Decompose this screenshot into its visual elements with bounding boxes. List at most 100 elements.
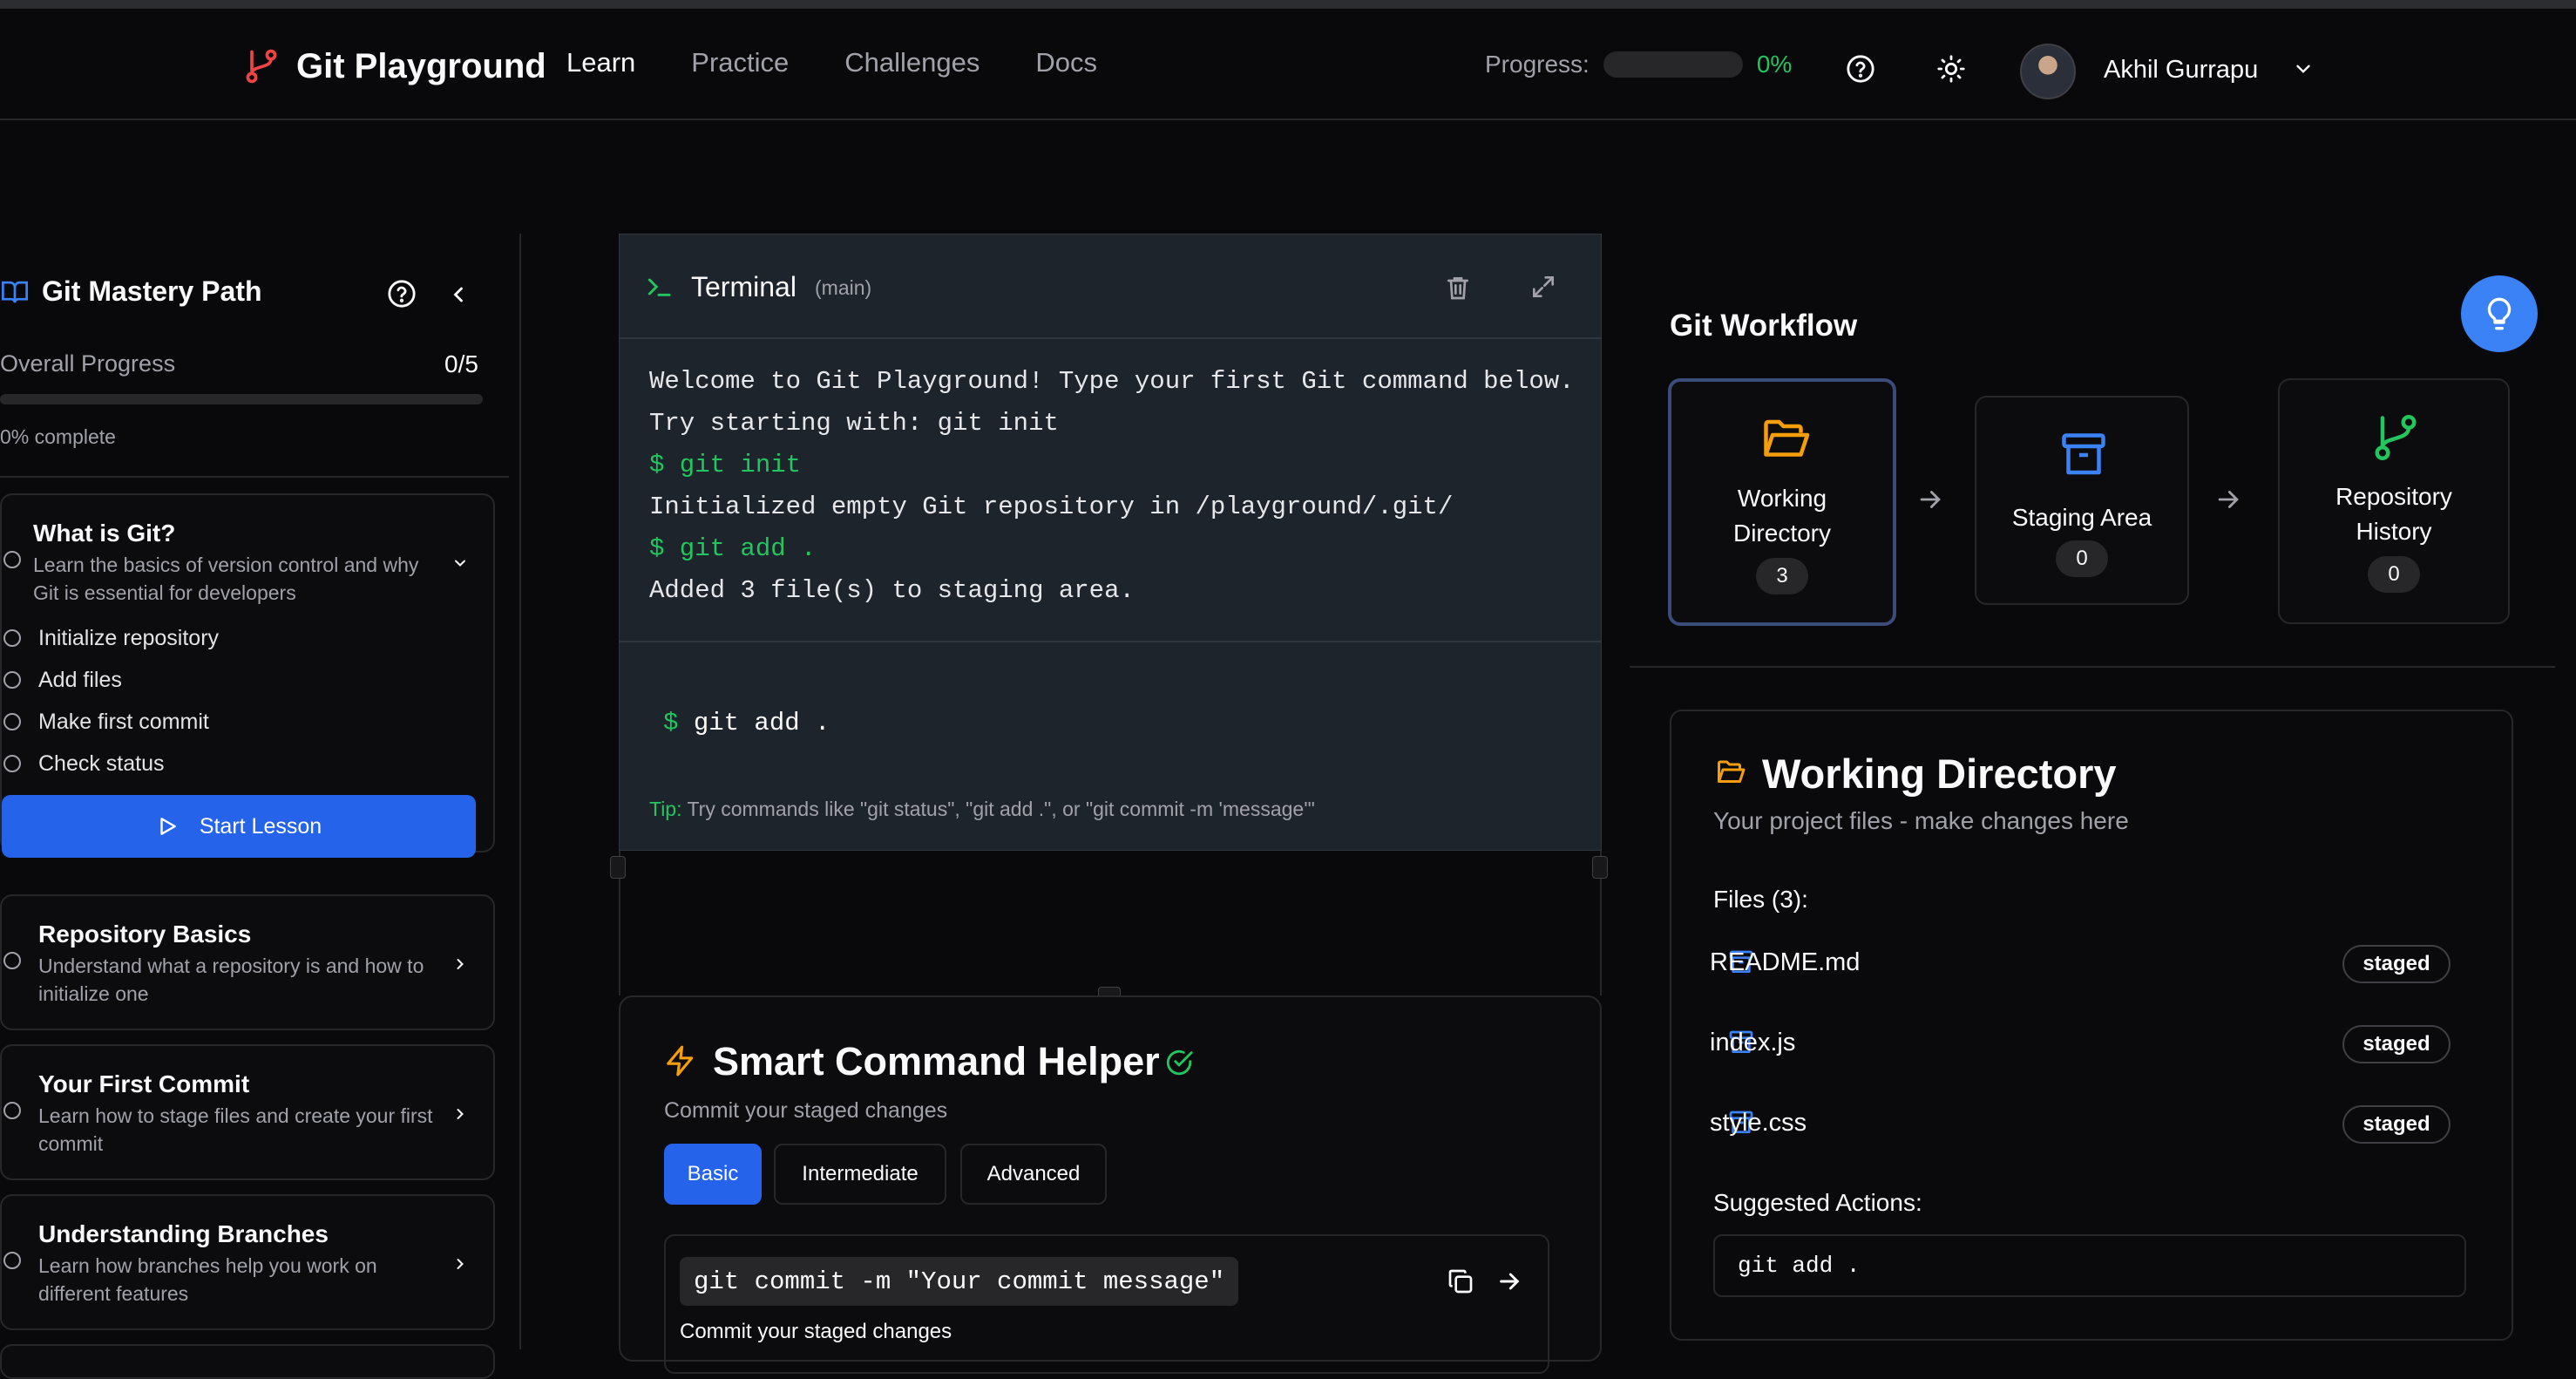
command-card: git commit -m "Your commit message" Comm… <box>664 1234 1549 1374</box>
step-status-circle <box>3 755 21 772</box>
suggested-actions-label: Suggested Actions: <box>1713 1189 1922 1216</box>
main-nav: Learn Practice Challenges Docs <box>566 47 1097 78</box>
divider <box>0 476 509 478</box>
stage-staging-area[interactable]: Staging Area 0 <box>1975 396 2189 605</box>
overall-progress-bar <box>0 394 483 404</box>
file-name[interactable]: style.css <box>1710 1109 1807 1138</box>
chevron-right-icon[interactable] <box>451 1255 469 1273</box>
brand-title: Git Playground <box>296 46 546 85</box>
chevron-down-icon[interactable] <box>2292 58 2315 80</box>
lightning-icon <box>667 1045 694 1077</box>
workdir-title: Working Directory <box>1762 751 2117 797</box>
arrow-right-icon[interactable] <box>1495 1267 1523 1295</box>
progress-label: Progress: <box>1485 51 1590 78</box>
progress-complete-text: 0% complete <box>0 425 116 448</box>
window-top-strip <box>0 0 2576 9</box>
copy-icon[interactable] <box>1447 1267 1474 1295</box>
step-label: Add files <box>38 668 122 692</box>
resize-handle[interactable] <box>610 856 626 879</box>
tab-basic[interactable]: Basic <box>664 1144 762 1205</box>
book-open-icon <box>2 281 28 303</box>
smart-command-helper: Smart Command Helper Commit your staged … <box>619 995 1602 1374</box>
expand-icon[interactable] <box>1529 273 1557 301</box>
module-card-first-commit[interactable]: Your First Commit Learn how to stage fil… <box>0 1044 495 1180</box>
step-label: Check status <box>38 751 165 776</box>
collapse-sidebar-icon[interactable] <box>446 282 471 307</box>
module-status-circle <box>3 551 21 568</box>
terminal-output-line: Try starting with: git init <box>649 409 1059 438</box>
terminal-branch: (main) <box>815 276 872 299</box>
trash-icon[interactable] <box>1444 273 1472 302</box>
terminal-tip: Tip: Try commands like "git status", "gi… <box>649 798 1315 821</box>
stage-label: Working Directory <box>1732 485 1831 547</box>
nav-challenges[interactable]: Challenges <box>844 47 980 78</box>
terminal-header: Terminal (main) <box>620 234 1601 339</box>
suggested-command-button[interactable]: git add . <box>1713 1234 2466 1297</box>
progress-bar <box>1603 51 1743 78</box>
module-card-repository-basics[interactable]: Repository Basics Understand what a repo… <box>0 894 495 1030</box>
file-name[interactable]: index.js <box>1710 1029 1795 1057</box>
help-icon[interactable] <box>387 279 417 309</box>
stage-repository-history[interactable]: Repository History 0 <box>2278 378 2510 624</box>
hint-button[interactable] <box>2461 275 2538 352</box>
command-code: git commit -m "Your commit message" <box>680 1257 1239 1306</box>
help-icon[interactable] <box>1846 54 1875 84</box>
chevron-right-icon[interactable] <box>451 955 469 973</box>
git-branch-icon <box>2375 415 2417 460</box>
step-label: Make first commit <box>38 710 209 734</box>
helper-title: Smart Command Helper <box>713 1039 1160 1084</box>
play-icon <box>160 818 176 835</box>
divider <box>620 641 1601 642</box>
terminal-input-prompt: $ <box>663 709 679 737</box>
chevron-down-icon[interactable] <box>451 554 469 572</box>
folder-open-icon <box>1764 419 1810 457</box>
check-circle-icon <box>1166 1050 1193 1076</box>
resize-handle[interactable] <box>1592 856 1608 879</box>
terminal-command-line: $ git add . <box>649 534 817 563</box>
file-status-badge: staged <box>2342 945 2451 983</box>
overall-progress-label: Overall Progress <box>0 350 176 377</box>
stage-count-badge: 0 <box>2368 556 2420 593</box>
terminal-input[interactable]: $ git add . <box>663 709 830 737</box>
terminal-output-line: Initialized empty Git repository in /pla… <box>649 492 1454 521</box>
module-status-circle <box>3 952 21 969</box>
tab-intermediate[interactable]: Intermediate <box>774 1144 946 1205</box>
module-card-branches[interactable]: Understanding Branches Learn how branche… <box>0 1194 495 1330</box>
start-lesson-button[interactable]: Start Lesson <box>2 795 476 858</box>
chevron-right-icon[interactable] <box>451 1105 469 1123</box>
step-status-circle <box>3 713 21 730</box>
stage-count-badge: 0 <box>2056 540 2108 577</box>
nav-practice[interactable]: Practice <box>691 47 789 78</box>
module-status-circle <box>3 1252 21 1269</box>
stage-label: Staging Area <box>2011 504 2152 531</box>
module-title: What is Git? <box>33 520 176 547</box>
tip-text: Try commands like "git status", "git add… <box>687 798 1315 820</box>
stage-working-directory[interactable]: Working Directory 3 <box>1668 378 1896 626</box>
git-branch-icon <box>246 49 277 84</box>
module-card-partial[interactable] <box>0 1344 495 1379</box>
start-lesson-label: Start Lesson <box>199 813 322 839</box>
file-name[interactable]: README.md <box>1710 948 1860 977</box>
user-avatar[interactable] <box>2020 44 2076 99</box>
terminal-panel: Terminal (main) Welcome to Git Playgroun… <box>619 234 1602 851</box>
module-title: Understanding Branches <box>38 1220 329 1247</box>
overall-progress-count: 0/5 <box>444 350 478 377</box>
step-label: Initialize repository <box>38 626 220 650</box>
user-name[interactable]: Akhil Gurrapu <box>2104 56 2258 85</box>
nav-docs[interactable]: Docs <box>1035 47 1097 78</box>
tip-label: Tip: <box>649 798 682 820</box>
step-status-circle <box>3 671 21 689</box>
brand[interactable]: Git Playground <box>242 45 546 87</box>
module-description: Learn how to stage files and create your… <box>38 1104 433 1155</box>
module-card-what-is-git[interactable]: What is Git? Learn the basics of version… <box>0 493 495 858</box>
module-title: Repository Basics <box>38 920 252 948</box>
stage-label: Repository History <box>2335 483 2452 545</box>
terminal-output-line: Added 3 file(s) to staging area. <box>649 576 1135 605</box>
nav-learn[interactable]: Learn <box>566 47 635 78</box>
module-status-circle <box>3 1102 21 1119</box>
theme-sun-icon[interactable] <box>1936 54 1966 84</box>
tab-advanced[interactable]: Advanced <box>960 1144 1107 1205</box>
progress-percent: 0% <box>1756 51 1793 78</box>
top-navbar: Git Playground Learn Practice Challenges… <box>0 9 2576 120</box>
module-description: Learn the basics of version control and … <box>33 554 419 604</box>
